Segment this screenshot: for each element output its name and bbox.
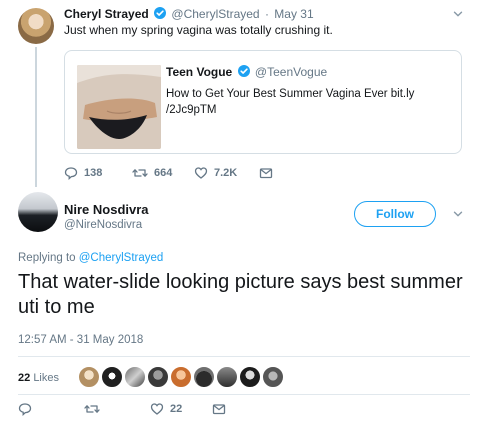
reply-author-handle[interactable]: @NireNosdivra — [64, 219, 142, 231]
chevron-down-icon[interactable] — [452, 208, 464, 220]
divider — [18, 394, 470, 395]
cheryl-avatar[interactable] — [18, 8, 54, 44]
liker-avatar[interactable] — [239, 366, 261, 388]
retweet-icon[interactable] — [132, 166, 148, 180]
nire-avatar[interactable] — [18, 192, 58, 232]
heart-icon[interactable] — [150, 402, 164, 416]
thread-line — [35, 47, 37, 187]
verified-badge-icon — [154, 7, 167, 19]
likes-label: Likes — [33, 372, 59, 384]
reply-timestamp[interactable]: 12:57 AM - 31 May 2018 — [18, 334, 143, 346]
quoted-tweet-image[interactable] — [77, 65, 161, 149]
quoted-author-name[interactable]: Teen Vogue — [166, 65, 232, 79]
parent-author-name[interactable]: Cheryl Strayed — [64, 7, 149, 21]
reply-icon[interactable] — [18, 402, 32, 416]
replying-to: Replying to @CherylStrayed — [18, 252, 163, 264]
parent-tweet-header: Cheryl Strayed @CherylStrayed · May 31 — [64, 7, 314, 21]
heart-icon[interactable] — [194, 166, 208, 180]
liker-avatar[interactable] — [101, 366, 123, 388]
quoted-tweet-text: How to Get Your Best Summer Vagina Ever … — [166, 88, 415, 116]
quoted-tweet-header: Teen Vogue @TeenVogue — [166, 65, 327, 79]
reply-like-count: 22 — [170, 403, 183, 415]
reply-count: 138 — [84, 167, 103, 179]
direct-message-icon[interactable] — [212, 402, 226, 416]
reply-author-name[interactable]: Nire Nosdivra — [64, 202, 149, 217]
liker-avatar[interactable] — [147, 366, 169, 388]
reply-tweet-text: That water-slide looking picture says be… — [18, 271, 463, 318]
parent-tweet-text: Just when my spring vagina was totally c… — [64, 23, 333, 37]
retweet-count: 664 — [154, 167, 173, 179]
verified-badge-icon — [237, 65, 250, 77]
liker-avatar[interactable] — [262, 366, 284, 388]
parent-author-handle[interactable]: @CherylStrayed — [171, 7, 259, 21]
parent-tweet-date[interactable]: May 31 — [274, 7, 313, 21]
follow-button[interactable]: Follow — [354, 201, 436, 227]
liker-avatar[interactable] — [78, 366, 100, 388]
replying-prefix: Replying to — [18, 252, 76, 264]
liker-avatar[interactable] — [193, 366, 215, 388]
replying-to-link[interactable]: @CherylStrayed — [79, 252, 164, 264]
liker-avatar[interactable] — [216, 366, 238, 388]
like-count: 7.2K — [214, 167, 238, 179]
separator-dot: · — [264, 7, 269, 21]
divider — [18, 356, 470, 357]
chevron-down-icon[interactable] — [452, 8, 464, 20]
reply-icon[interactable] — [64, 166, 78, 180]
direct-message-icon[interactable] — [259, 166, 273, 180]
liker-avatar[interactable] — [124, 366, 146, 388]
likes-summary[interactable]: 22 Likes — [18, 372, 59, 384]
liker-avatar[interactable] — [170, 366, 192, 388]
quoted-author-handle[interactable]: @TeenVogue — [255, 65, 327, 79]
likes-count: 22 — [18, 372, 31, 384]
retweet-icon[interactable] — [84, 402, 100, 416]
